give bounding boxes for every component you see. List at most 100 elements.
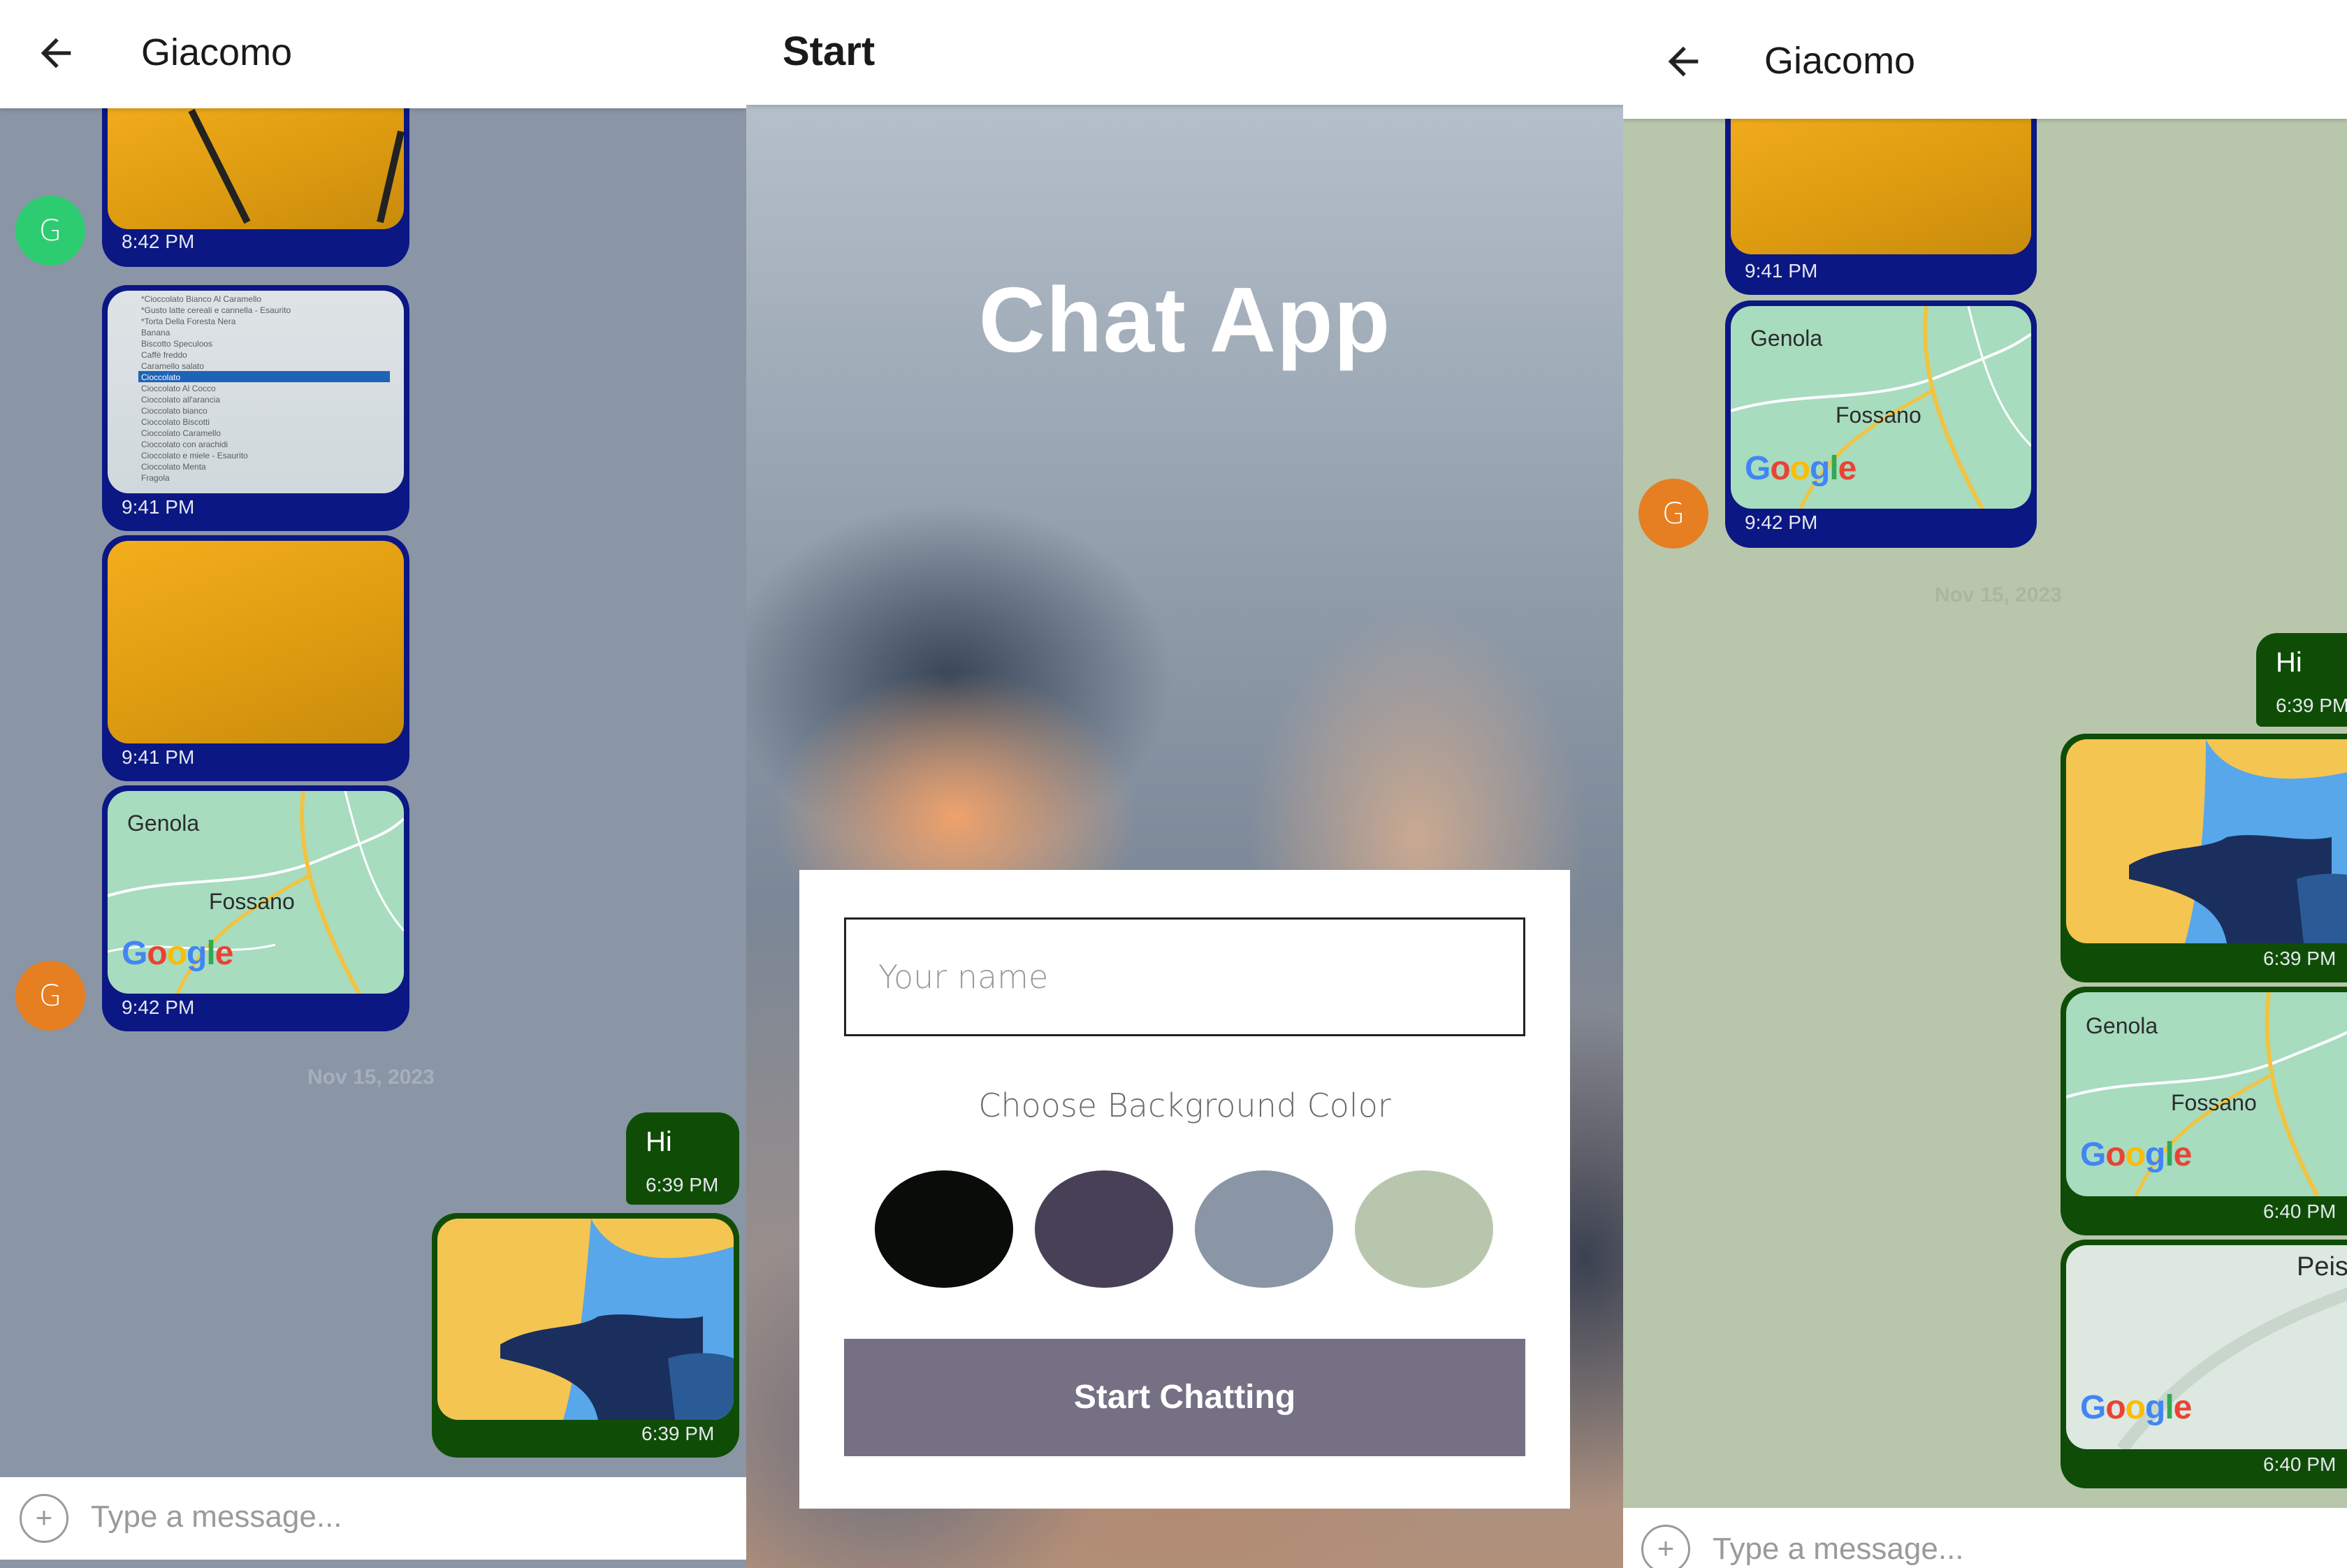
message-text: Hi: [646, 1126, 672, 1157]
document-line: *Gusto latte cereali e cannella - Esauri…: [141, 305, 291, 315]
start-screen: Start Chat App Choose Background Color S…: [746, 0, 1623, 1568]
back-arrow-icon[interactable]: [34, 31, 78, 75]
google-logo: Google: [2080, 1389, 2192, 1426]
document-line: Cioccolato e miele - Esaurito: [141, 451, 248, 460]
google-logo: Google: [1745, 450, 1856, 487]
document-line: Cioccolato Biscotti: [141, 417, 210, 427]
message-bubble-sent[interactable]: Hi 6:39 PM: [2256, 633, 2347, 727]
document-line: *Torta Della Foresta Nera: [141, 317, 236, 326]
message-time: 6:40 PM: [2263, 1453, 2337, 1475]
message-time: 9:42 PM: [1745, 511, 1818, 533]
painting-icon: [500, 1219, 734, 1420]
message-time: 8:42 PM: [122, 231, 195, 252]
message-time: 6:39 PM: [641, 1423, 715, 1444]
message-composer[interactable]: + Type a message...: [0, 1477, 746, 1560]
chat-header: Giacomo: [1623, 0, 2347, 119]
message-composer[interactable]: + Type a message...: [1623, 1508, 2347, 1568]
map-label-genola: Genola: [127, 811, 200, 836]
map-image[interactable]: Genola Fossano Google: [1731, 306, 2031, 509]
message-bubble[interactable]: Genola Fossano Google 9:42 PM: [102, 785, 409, 1031]
message-bubble-sent[interactable]: 6:39 PM: [2061, 734, 2347, 982]
message-time: 6:39 PM: [2276, 695, 2347, 716]
message-bubble[interactable]: 8:42 PM: [102, 84, 409, 267]
message-time: 9:41 PM: [122, 746, 195, 768]
message-image[interactable]: [2066, 739, 2347, 943]
plus-icon[interactable]: +: [20, 1494, 68, 1543]
screen-title: Start: [783, 29, 875, 74]
map-image[interactable]: Genola Fossano Google: [2066, 992, 2347, 1196]
background-image: Chat App Choose Background Color Start C…: [746, 105, 1623, 1568]
document-line: Fragola: [141, 473, 170, 483]
message-image[interactable]: [1731, 96, 2031, 254]
plus-icon[interactable]: +: [1641, 1525, 1690, 1568]
map-label-fossano: Fossano: [209, 889, 295, 914]
document-line: Cioccolato Caramello: [141, 428, 221, 438]
document-line: Biscotto Speculoos: [141, 339, 213, 349]
chat-screen-left: Giacomo 8:42 PM G *Cioccolato Bianco Al …: [0, 0, 746, 1568]
map-image[interactable]: Peis Google: [2066, 1245, 2347, 1449]
app-title: Chat App: [978, 268, 1391, 371]
document-line: Cioccolato all'arancia: [141, 395, 221, 405]
avatar: G: [1638, 479, 1708, 549]
map-image[interactable]: Genola Fossano Google: [108, 791, 404, 994]
document-line: *Cioccolato Bianco Al Caramello: [141, 294, 262, 304]
google-logo: Google: [2080, 1136, 2192, 1173]
document-line: Cioccolato bianco: [141, 406, 208, 416]
name-input[interactable]: [844, 917, 1525, 1036]
start-header: Start: [746, 0, 1623, 105]
message-bubble-sent[interactable]: 6:39 PM: [432, 1213, 739, 1458]
document-line: Caramello salato: [141, 361, 205, 371]
message-image[interactable]: [437, 1219, 734, 1420]
google-logo: Google: [122, 935, 233, 972]
color-swatch-purple[interactable]: [1035, 1170, 1173, 1288]
chat-title: Giacomo: [1764, 40, 1916, 82]
color-swatch-green[interactable]: [1355, 1170, 1493, 1288]
message-bubble-sent[interactable]: Peis Google 6:40 PM: [2061, 1240, 2347, 1488]
message-input[interactable]: Type a message...: [91, 1500, 342, 1534]
message-input[interactable]: Type a message...: [1713, 1532, 1964, 1567]
message-time: 6:39 PM: [646, 1174, 719, 1196]
map-label-peis: Peis: [2297, 1252, 2347, 1282]
chat-title: Giacomo: [141, 31, 293, 73]
message-time: 9:41 PM: [1745, 260, 1818, 282]
message-bubble[interactable]: 9:41 PM: [1725, 91, 2037, 295]
message-image[interactable]: *Cioccolato Bianco Al Caramello *Gusto la…: [108, 291, 404, 493]
message-bubble-sent[interactable]: Hi 6:39 PM: [626, 1112, 739, 1205]
message-image[interactable]: [108, 541, 404, 743]
painting-icon: [2129, 739, 2347, 943]
chat-screen-right: Giacomo 9:41 PM Genola Fossano Google 9:…: [1623, 0, 2347, 1568]
message-time: 6:39 PM: [2263, 948, 2337, 969]
document-line: Cioccolato: [141, 372, 181, 382]
avatar-initial: G: [1662, 496, 1685, 530]
map-label-genola: Genola: [1750, 326, 1823, 351]
avatar-initial: G: [38, 978, 62, 1012]
avatar: G: [15, 196, 85, 266]
date-separator: Nov 15, 2023: [1935, 583, 2062, 607]
message-time: 9:41 PM: [122, 496, 195, 518]
document-line: Banana: [141, 328, 170, 337]
message-bubble-sent[interactable]: Genola Fossano Google 6:40 PM: [2061, 987, 2347, 1235]
map-label-genola: Genola: [2086, 1013, 2158, 1038]
document-line: Caffè freddo: [141, 350, 187, 360]
choose-color-label: Choose Background Color: [978, 1087, 1391, 1124]
message-time: 6:40 PM: [2263, 1200, 2337, 1222]
photo-content-icon: [188, 108, 404, 224]
date-separator: Nov 15, 2023: [307, 1066, 435, 1089]
map-label-fossano: Fossano: [2171, 1090, 2257, 1115]
color-swatch-black[interactable]: [875, 1170, 1013, 1288]
document-line: Cioccolato Al Cocco: [141, 384, 216, 393]
message-image[interactable]: [108, 89, 404, 229]
document-line: Cioccolato Menta: [141, 462, 206, 472]
message-bubble[interactable]: 9:41 PM: [102, 535, 409, 781]
start-chatting-button[interactable]: Start Chatting: [844, 1339, 1525, 1456]
chat-header: Giacomo: [0, 0, 746, 108]
message-bubble[interactable]: *Cioccolato Bianco Al Caramello *Gusto la…: [102, 285, 409, 531]
map-label-fossano: Fossano: [1836, 402, 1921, 428]
back-arrow-icon[interactable]: [1661, 39, 1706, 84]
message-bubble[interactable]: Genola Fossano Google 9:42 PM: [1725, 300, 2037, 548]
color-swatch-gray[interactable]: [1195, 1170, 1333, 1288]
avatar-initial: G: [38, 213, 62, 247]
message-text: Hi: [2276, 647, 2302, 678]
avatar: G: [15, 961, 85, 1031]
start-form-card: Choose Background Color Start Chatting: [799, 870, 1570, 1509]
